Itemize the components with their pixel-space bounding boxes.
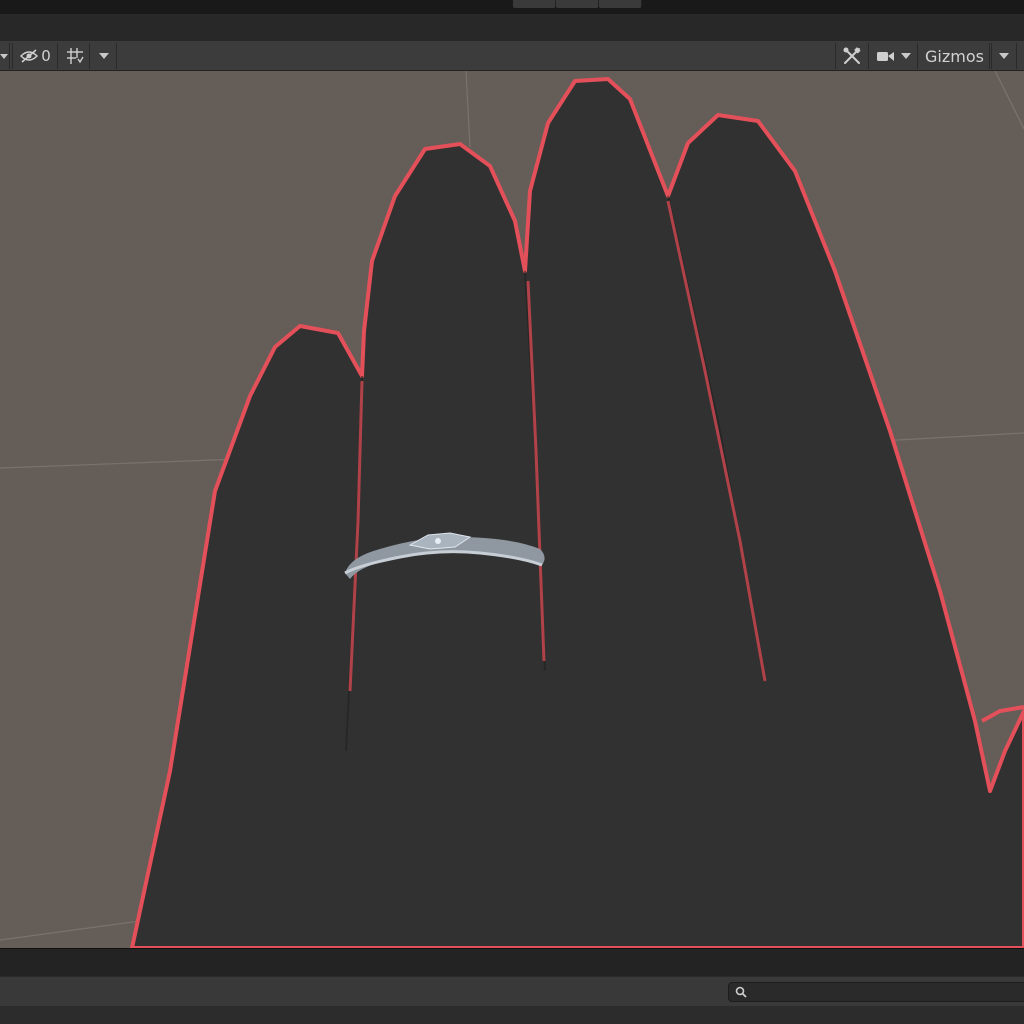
chevron-down-icon xyxy=(999,53,1009,59)
scene-viewport[interactable] xyxy=(0,71,1024,948)
camera-icon xyxy=(877,52,894,61)
scene-render xyxy=(0,71,1024,948)
grid-dropdown-button[interactable] xyxy=(91,43,117,69)
eye-slash-icon xyxy=(20,49,39,63)
grid-snap-button[interactable] xyxy=(60,43,90,69)
console-content xyxy=(0,1006,1024,1024)
tools-icon xyxy=(843,47,861,64)
hidden-count-label: 0 xyxy=(41,47,51,65)
editor-top-strip xyxy=(0,0,1024,14)
play-button[interactable] xyxy=(513,0,556,8)
search-field[interactable] xyxy=(728,982,1024,1002)
chevron-down-icon xyxy=(0,54,8,59)
scene-toolbar: 0 Gizmos xyxy=(0,41,1024,71)
play-controls xyxy=(513,0,642,8)
scene-tab-bar xyxy=(0,14,1024,42)
search-icon xyxy=(735,986,747,998)
tools-button[interactable] xyxy=(835,43,869,69)
search-input[interactable] xyxy=(751,984,1021,1000)
hand-silhouette xyxy=(130,77,1024,948)
gizmos-button[interactable]: Gizmos xyxy=(920,43,990,69)
gizmos-label: Gizmos xyxy=(925,46,984,66)
grid-snap-icon xyxy=(66,48,84,64)
chevron-down-icon xyxy=(98,53,109,59)
console-tab-bar xyxy=(0,948,1024,977)
thumb-edge xyxy=(981,705,1024,723)
step-button[interactable] xyxy=(599,0,642,8)
console-toolbar xyxy=(0,976,1024,1007)
chevron-down-icon xyxy=(901,53,911,59)
gizmos-dropdown-button[interactable] xyxy=(991,43,1017,69)
left-dropdown-button[interactable] xyxy=(0,43,10,69)
camera-settings-button[interactable] xyxy=(870,43,918,69)
pause-button[interactable] xyxy=(556,0,599,8)
scene-visibility-toggle[interactable]: 0 xyxy=(12,43,58,69)
